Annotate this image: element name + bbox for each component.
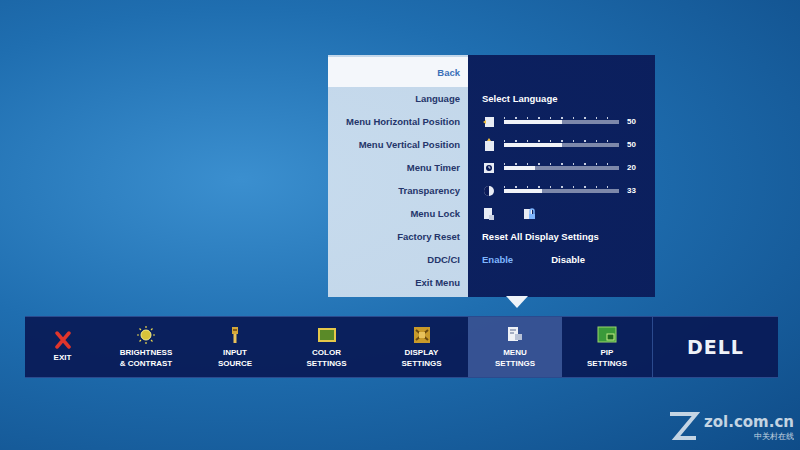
lock-icon	[522, 207, 536, 221]
slider-reading: 50	[627, 140, 641, 149]
row-label[interactable]: Back	[328, 57, 468, 87]
row-value: Enable Disable	[468, 248, 655, 271]
monitor-screen: BackLanguage Select Language Menu Horizont…	[0, 0, 800, 450]
row-value: 50	[468, 133, 655, 156]
menu-row[interactable]: Exit Menu	[328, 271, 655, 294]
menu-panel: BackLanguage Select Language Menu Horizont…	[328, 55, 655, 297]
menu-pointer	[506, 296, 528, 308]
choice-option[interactable]: Disable	[551, 254, 585, 265]
menu-row[interactable]: Back	[328, 57, 655, 87]
menu-row[interactable]: Menu Horizontal Position 50	[328, 110, 655, 133]
choice-option[interactable]: Enable	[482, 254, 513, 265]
toolbar-item[interactable]: DISPLAYSETTINGS	[375, 317, 468, 377]
row-value: Reset All Display Settings	[468, 225, 655, 248]
slider-reading: 50	[627, 117, 641, 126]
row-value: Select Language	[468, 87, 655, 110]
toolbar-item[interactable]: COLORSETTINGS	[278, 317, 375, 377]
dell-logo: DELL	[687, 336, 744, 358]
menu-row[interactable]: Menu Timer 20	[328, 156, 655, 179]
toolbar-label: MENUSETTINGS	[495, 347, 535, 369]
toolbar-label: DISPLAYSETTINGS	[401, 347, 441, 369]
watermark: zol.com.cn中关村在线	[666, 410, 794, 444]
row-label[interactable]: DDC/CI	[328, 248, 468, 271]
toolbar-item[interactable]: BRIGHTNESS& CONTRAST	[100, 317, 192, 377]
toolbar-item[interactable]: INPUTSOURCE	[192, 317, 278, 377]
toolbar-item[interactable]: PIPSETTINGS	[562, 317, 652, 377]
menu-row[interactable]: Factory Reset Reset All Display Settings	[328, 225, 655, 248]
toolbar-label: PIPSETTINGS	[587, 347, 627, 369]
setting-slider[interactable]	[504, 166, 619, 170]
row-label[interactable]: Menu Lock	[328, 202, 468, 225]
row-value: 50	[468, 110, 655, 133]
row-label[interactable]: Menu Timer	[328, 156, 468, 179]
watermark-text: zol.com.cn	[704, 413, 794, 431]
menu-row[interactable]: Menu Lock	[328, 202, 655, 225]
vertical-position-icon	[482, 138, 496, 152]
toolbar-label: INPUTSOURCE	[218, 347, 252, 369]
menu-row[interactable]: Transparency 33	[328, 179, 655, 202]
row-label[interactable]: Transparency	[328, 179, 468, 202]
toolbar-item[interactable]: EXIT	[25, 317, 100, 377]
menu-settings-icon	[505, 326, 525, 344]
setting-slider[interactable]	[504, 120, 619, 124]
row-value	[468, 271, 655, 294]
unlock-icon	[482, 207, 496, 221]
exit-icon	[53, 331, 73, 349]
toolbar-item[interactable]: MENUSETTINGS	[468, 317, 562, 377]
connector-icon	[225, 326, 245, 344]
slider-reading: 33	[627, 186, 641, 195]
slider-reading: 20	[627, 163, 641, 172]
row-label[interactable]: Exit Menu	[328, 271, 468, 294]
z-logo-icon	[666, 410, 700, 444]
toolbar-label: BRIGHTNESS& CONTRAST	[120, 347, 172, 369]
logo-cell: DELL	[652, 317, 778, 377]
setting-value[interactable]: Select Language	[482, 93, 558, 104]
transparency-icon	[482, 184, 496, 198]
menu-row[interactable]: Language Select Language	[328, 87, 655, 110]
row-label[interactable]: Language	[328, 87, 468, 110]
color-icon	[317, 326, 337, 344]
row-label[interactable]: Factory Reset	[328, 225, 468, 248]
sun-icon	[136, 326, 156, 344]
row-label[interactable]: Menu Vertical Position	[328, 133, 468, 156]
toolbar-label: EXIT	[54, 352, 72, 363]
row-value	[468, 202, 655, 225]
pip-icon	[597, 326, 617, 344]
menu-row[interactable]: Menu Vertical Position 50	[328, 133, 655, 156]
timer-icon	[482, 161, 496, 175]
setting-value[interactable]: Reset All Display Settings	[482, 231, 599, 242]
menu-row[interactable]: DDC/CI Enable Disable	[328, 248, 655, 271]
watermark-subtext: 中关村在线	[754, 431, 794, 442]
osd-toolbar: EXIT BRIGHTNESS& CONTRAST INPUTSOURCE COLOR…	[25, 316, 778, 378]
setting-slider[interactable]	[504, 143, 619, 147]
display-icon	[412, 326, 432, 344]
horizontal-position-icon	[482, 115, 496, 129]
row-value: 20	[468, 156, 655, 179]
row-value: 33	[468, 179, 655, 202]
row-value	[468, 57, 655, 87]
row-label[interactable]: Menu Horizontal Position	[328, 110, 468, 133]
setting-slider[interactable]	[504, 189, 619, 193]
toolbar-label: COLORSETTINGS	[306, 347, 346, 369]
